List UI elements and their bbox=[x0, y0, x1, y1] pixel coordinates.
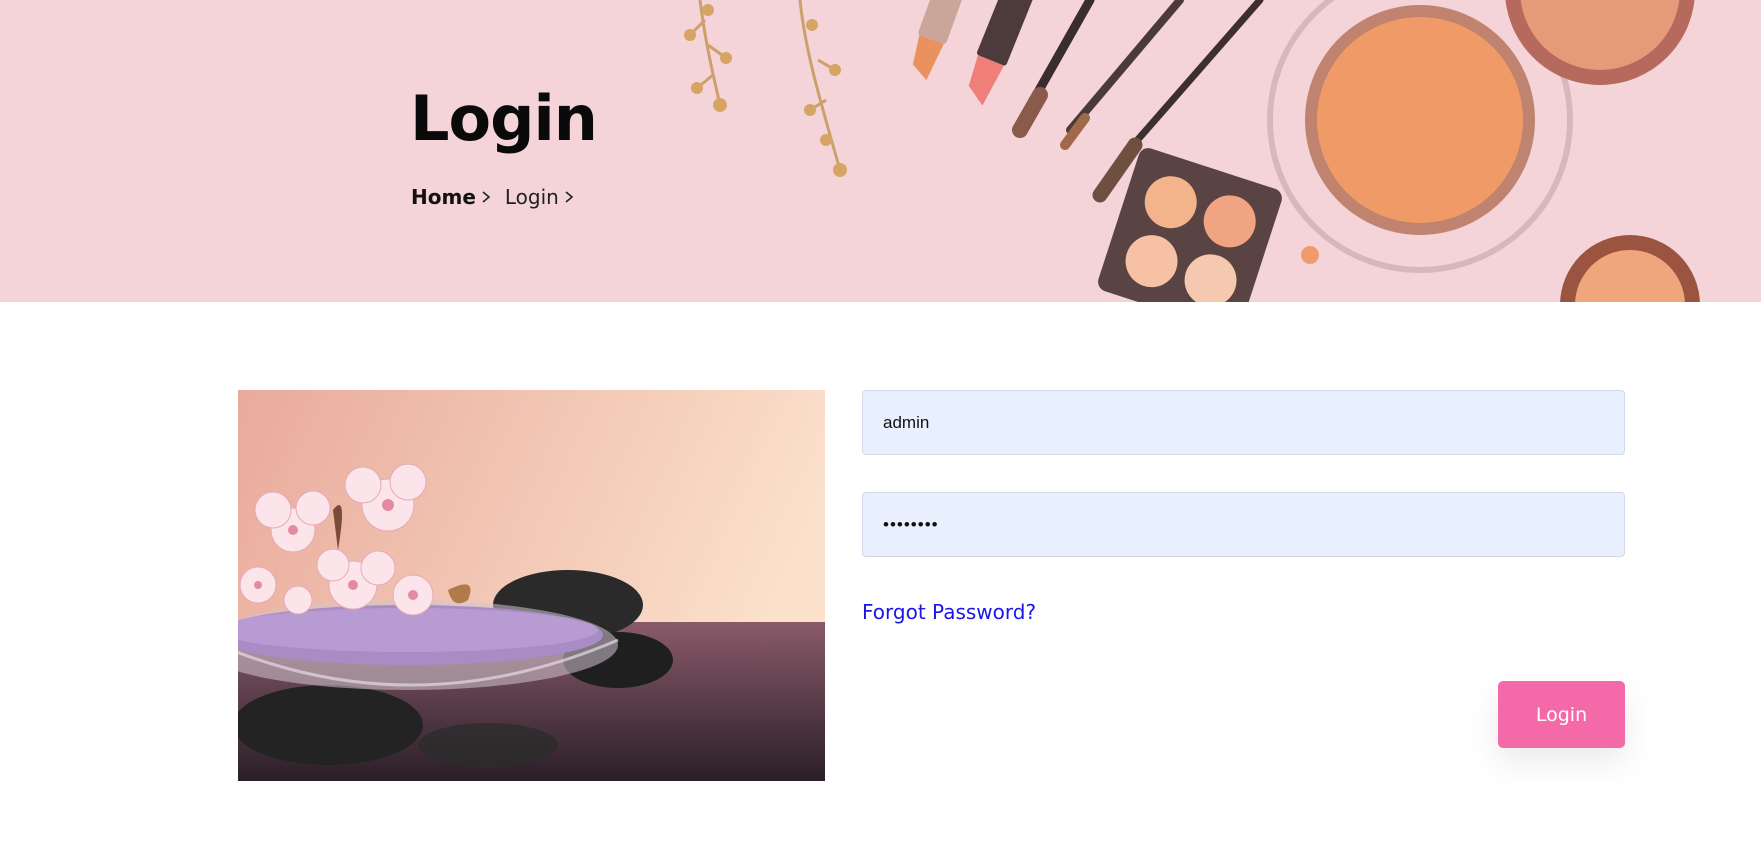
spa-flowers-image bbox=[238, 390, 825, 781]
breadcrumb-home-label: Home bbox=[411, 185, 476, 209]
breadcrumb: Home Login bbox=[411, 185, 576, 209]
password-input[interactable] bbox=[862, 492, 1625, 557]
username-input[interactable] bbox=[862, 390, 1625, 455]
login-button[interactable]: Login bbox=[1498, 681, 1625, 748]
breadcrumb-home-link[interactable]: Home bbox=[411, 185, 493, 209]
page-title: Login bbox=[410, 82, 598, 155]
chevron-right-icon bbox=[565, 191, 574, 203]
breadcrumb-current-label: Login bbox=[504, 185, 559, 209]
page-banner: Login Home Login bbox=[0, 0, 1761, 302]
chevron-right-icon bbox=[482, 191, 491, 203]
cosmetics-banner-image bbox=[684, 0, 1700, 302]
forgot-password-link[interactable]: Forgot Password? bbox=[862, 600, 1036, 624]
breadcrumb-current: Login bbox=[505, 185, 576, 209]
